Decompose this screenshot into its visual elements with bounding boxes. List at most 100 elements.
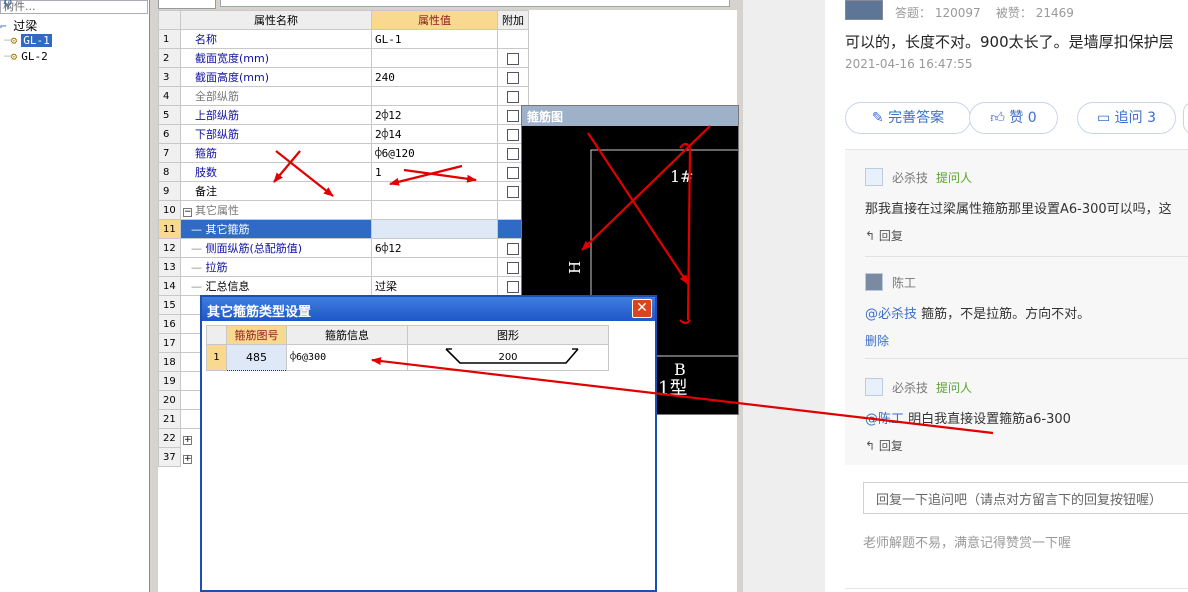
table-row[interactable]: 1 485 ⌽6@300 200 <box>206 344 609 371</box>
property-value[interactable] <box>371 200 498 220</box>
improve-answer-button[interactable]: ✎ 完善答案 <box>845 102 971 134</box>
stirrup-info-cell[interactable]: ⌽6@300 <box>286 344 408 371</box>
attach-checkbox[interactable] <box>507 242 519 255</box>
attach-checkbox[interactable] <box>507 166 519 179</box>
thread-user[interactable]: 必杀技 <box>892 169 928 186</box>
attach-checkbox[interactable] <box>507 109 519 122</box>
row-number: 12 <box>158 238 181 258</box>
property-name-label: 上部纵筋 <box>195 109 239 122</box>
tree-search-input[interactable]: 构件... ⚲ <box>0 0 148 14</box>
property-name[interactable]: — 拉筋 <box>180 257 372 277</box>
property-name-label: 箍筋 <box>195 147 217 160</box>
improve-answer-label: 完善答案 <box>888 110 945 126</box>
property-name[interactable]: — 侧面纵筋(总配筋值) <box>180 238 372 258</box>
avatar[interactable] <box>865 273 883 291</box>
table-row[interactable]: 10− 其它属性 <box>158 200 529 220</box>
close-icon[interactable]: ✕ <box>632 299 652 318</box>
property-value[interactable] <box>371 181 498 201</box>
tree-root-node[interactable]: ⌐ 过梁 <box>0 17 37 34</box>
property-name[interactable]: — 其它箍筋 <box>180 219 372 239</box>
table-row[interactable]: 9 备注 <box>158 181 529 201</box>
table-row[interactable]: 11— 其它箍筋 <box>158 219 529 239</box>
expand-icon[interactable]: + <box>183 454 192 464</box>
followup-button[interactable]: ▭ 追问 3 <box>1077 102 1176 134</box>
reply-input[interactable]: 回复一下追问吧（请点对方留言下的回复按钮喔） <box>863 482 1188 514</box>
property-name[interactable]: 下部纵筋 <box>180 124 372 144</box>
property-value[interactable]: 过梁 <box>371 276 498 296</box>
attach-checkbox[interactable] <box>507 71 519 84</box>
property-value[interactable]: 2⌽14 <box>371 124 498 144</box>
table-row[interactable]: 1 名称 GL-1 <box>158 29 529 49</box>
property-value[interactable]: ⌽6@120 <box>371 143 498 163</box>
stirrup-label-b: B <box>674 360 686 379</box>
tree-node-gl1[interactable]: ┈⚙ GL-1 <box>4 34 52 47</box>
property-value[interactable] <box>371 86 498 106</box>
stirrup-shape-cell[interactable]: 200 <box>407 344 609 371</box>
property-value[interactable]: 240 <box>371 67 498 87</box>
tree-node-gl2[interactable]: ┈⚙ GL-2 <box>4 50 48 63</box>
property-name[interactable]: 上部纵筋 <box>180 105 372 125</box>
property-name[interactable]: 名称 <box>180 29 372 49</box>
delete-link[interactable]: 删除 <box>865 332 889 349</box>
property-name[interactable]: 截面宽度(mm) <box>180 48 372 68</box>
grid-filter-field[interactable] <box>220 0 730 7</box>
gear-icon: ⚙ <box>10 50 18 63</box>
followup-label: 追问 3 <box>1114 110 1157 126</box>
search-icon[interactable]: ⚲ <box>3 0 143 12</box>
attach-checkbox[interactable] <box>507 90 519 103</box>
table-row[interactable]: 4 全部纵筋 <box>158 86 529 106</box>
property-value[interactable]: 2⌽12 <box>371 105 498 125</box>
property-name[interactable]: 全部纵筋 <box>180 86 372 106</box>
avatar[interactable] <box>865 168 883 186</box>
splitter[interactable] <box>150 0 158 592</box>
property-name[interactable]: 备注 <box>180 181 372 201</box>
row-number: 18 <box>158 352 181 372</box>
attach-checkbox[interactable] <box>507 185 519 198</box>
stirrup-code-cell[interactable]: 485 <box>226 344 287 371</box>
property-value[interactable]: 1 <box>371 162 498 182</box>
table-row[interactable]: 8 肢数 1 <box>158 162 529 182</box>
table-row[interactable]: 5 上部纵筋 2⌽12 <box>158 105 529 125</box>
table-row[interactable]: 12— 侧面纵筋(总配筋值) 6⌽12 <box>158 238 529 258</box>
thread-user[interactable]: 必杀技 <box>892 379 928 396</box>
table-row[interactable]: 3 截面高度(mm) 240 <box>158 67 529 87</box>
attach-checkbox[interactable] <box>507 128 519 141</box>
avatar[interactable] <box>845 0 883 20</box>
property-value[interactable] <box>371 219 498 239</box>
thread-message: @必杀技 箍筋，不是拉筋。方向不对。 <box>865 303 1090 322</box>
property-value[interactable] <box>371 257 498 277</box>
attach-checkbox[interactable] <box>507 52 519 65</box>
like-button[interactable]: 👍︎ 赞 0 <box>969 102 1058 134</box>
dialog-title: 其它箍筋类型设置 <box>202 297 655 321</box>
table-row[interactable]: 6 下部纵筋 2⌽14 <box>158 124 529 144</box>
attach-checkbox[interactable] <box>507 280 519 293</box>
property-name[interactable]: 箍筋 <box>180 143 372 163</box>
property-name[interactable]: — 汇总信息 <box>180 276 372 296</box>
table-row[interactable]: 7 箍筋 ⌽6@120 <box>158 143 529 163</box>
row-number: 21 <box>158 409 181 429</box>
corner-cell <box>158 10 181 30</box>
property-name[interactable]: − 其它属性 <box>180 200 372 220</box>
tree-root-label: 过梁 <box>13 19 38 33</box>
reply-link[interactable]: ↰ 回复 <box>865 227 903 244</box>
property-name[interactable]: 肢数 <box>180 162 372 182</box>
table-row[interactable]: 13— 拉筋 <box>158 257 529 277</box>
attach-checkbox[interactable] <box>507 261 519 274</box>
property-name[interactable]: 截面高度(mm) <box>180 67 372 87</box>
attach-checkbox[interactable] <box>507 147 519 160</box>
property-value[interactable] <box>371 48 498 68</box>
expand-icon[interactable]: + <box>183 435 192 445</box>
property-value[interactable]: 6⌽12 <box>371 238 498 258</box>
table-row[interactable]: 14— 汇总信息 过梁 <box>158 276 529 296</box>
mention[interactable]: @陈工 <box>865 412 904 427</box>
row-number: 22 <box>158 428 181 448</box>
more-button[interactable] <box>1183 102 1188 134</box>
thread-user[interactable]: 陈工 <box>892 274 916 291</box>
avatar[interactable] <box>865 378 883 396</box>
table-row[interactable]: 2 截面宽度(mm) <box>158 48 529 68</box>
grid-tab[interactable] <box>158 0 216 9</box>
property-value[interactable]: GL-1 <box>371 29 498 49</box>
mention[interactable]: @必杀技 <box>865 307 917 322</box>
collapse-icon[interactable]: − <box>183 208 192 217</box>
reply-link[interactable]: ↰ 回复 <box>865 437 903 454</box>
